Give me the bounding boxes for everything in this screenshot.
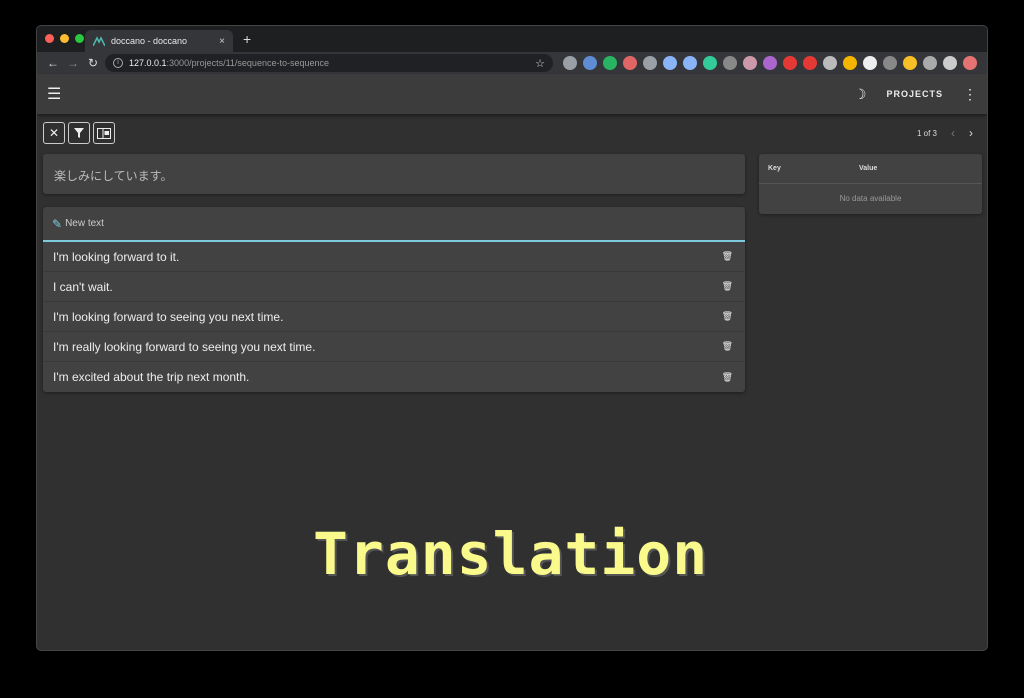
back-icon[interactable]: ← — [43, 56, 63, 70]
extension-icon[interactable] — [843, 56, 857, 70]
browser-window: doccano - doccano × + ← → ↻ i 127.0.0.1:… — [36, 25, 988, 651]
next-page-icon[interactable]: › — [969, 126, 973, 140]
url-input[interactable]: i 127.0.0.1:3000/projects/11/sequence-to… — [105, 54, 553, 72]
delete-trash-icon[interactable]: 🗑 — [722, 311, 733, 322]
bookmark-star-icon[interactable]: ☆ — [535, 57, 545, 70]
annotation-row[interactable]: I'm looking forward to it. 🗑 — [43, 242, 745, 272]
delete-trash-icon[interactable]: 🗑 — [722, 372, 733, 383]
prev-page-icon[interactable]: ‹ — [951, 126, 955, 140]
overlay-title: Translation — [313, 520, 709, 588]
annotation-row[interactable]: I'm looking forward to seeing you next t… — [43, 302, 745, 332]
metadata-table: Key Value No data available — [759, 154, 982, 214]
extension-icon[interactable] — [783, 56, 797, 70]
filter-button[interactable] — [68, 122, 90, 144]
extension-icon[interactable] — [583, 56, 597, 70]
extension-icon[interactable] — [803, 56, 817, 70]
extension-icon[interactable] — [963, 56, 977, 70]
extension-icon[interactable] — [743, 56, 757, 70]
filter-icon — [74, 128, 84, 138]
metadata-toggle-button[interactable] — [93, 122, 115, 144]
extension-icon[interactable] — [763, 56, 777, 70]
tab-bar: doccano - doccano × + — [37, 26, 987, 52]
clear-button[interactable]: ✕ — [43, 122, 65, 144]
projects-button[interactable]: PROJECTS — [886, 89, 943, 99]
extension-icon[interactable] — [623, 56, 637, 70]
app-bar: ☰ ☽ PROJECTS ⋮ — [37, 74, 987, 114]
annotation-row[interactable]: I'm excited about the trip next month. 🗑 — [43, 362, 745, 392]
extension-icon[interactable] — [823, 56, 837, 70]
key-column-header[interactable]: Key — [759, 165, 859, 172]
annotation-text: I'm looking forward to seeing you next t… — [53, 309, 284, 324]
new-text-placeholder: New text — [65, 218, 104, 229]
minimize-window-light[interactable] — [60, 34, 69, 43]
more-options-icon[interactable]: ⋮ — [963, 86, 977, 103]
tab-title: doccano - doccano — [111, 36, 188, 46]
extension-icon[interactable] — [863, 56, 877, 70]
pagination: 1 of 3 ‹ › — [917, 126, 973, 140]
source-text: 楽しみにしています。 — [54, 169, 173, 183]
annotation-list: I'm looking forward to it. 🗑 I can't wait.… — [43, 242, 745, 392]
metadata-header: Key Value — [759, 154, 982, 184]
annotation-card: ✎ New text I'm looking forward to it. 🗑 I … — [43, 207, 745, 392]
maximize-window-light[interactable] — [75, 34, 84, 43]
extension-icon[interactable] — [643, 56, 657, 70]
delete-trash-icon[interactable]: 🗑 — [722, 341, 733, 352]
address-bar-row: ← → ↻ i 127.0.0.1:3000/projects/11/seque… — [37, 52, 987, 74]
traffic-lights — [45, 34, 84, 43]
extension-icon[interactable] — [663, 56, 677, 70]
annotation-text: I'm looking forward to it. — [53, 249, 180, 264]
metadata-panel-icon — [97, 127, 111, 139]
annotation-text: I'm excited about the trip next month. — [53, 370, 250, 384]
new-tab-button[interactable]: + — [243, 31, 251, 47]
source-text-card: 楽しみにしています。 — [43, 154, 745, 194]
extension-icon[interactable] — [923, 56, 937, 70]
delete-trash-icon[interactable]: 🗑 — [722, 251, 733, 262]
tab-close-icon[interactable]: × — [219, 36, 225, 47]
metadata-empty-text: No data available — [839, 194, 902, 203]
url-path: :3000/projects/11/sequence-to-sequence — [166, 58, 329, 68]
extension-icon[interactable] — [883, 56, 897, 70]
pencil-icon: ✎ — [52, 216, 63, 231]
browser-tab[interactable]: doccano - doccano × — [85, 30, 233, 52]
pager-label: 1 of 3 — [916, 128, 937, 138]
annotation-row[interactable]: I'm really looking forward to seeing you… — [43, 332, 745, 362]
close-window-light[interactable] — [45, 34, 54, 43]
extension-icon[interactable] — [903, 56, 917, 70]
forward-icon[interactable]: → — [63, 56, 83, 70]
annotation-toolbar: ✕ — [43, 122, 115, 144]
extension-icon[interactable] — [683, 56, 697, 70]
new-text-input[interactable]: ✎ New text — [43, 207, 745, 242]
annotation-row[interactable]: I can't wait. 🗑 — [43, 272, 745, 302]
annotation-text: I can't wait. — [53, 279, 113, 294]
extension-icon[interactable] — [943, 56, 957, 70]
value-column-header[interactable]: Value — [859, 165, 877, 172]
extension-icon[interactable] — [563, 56, 577, 70]
reload-icon[interactable]: ↻ — [83, 56, 103, 70]
extension-icon[interactable] — [603, 56, 617, 70]
close-icon: ✕ — [48, 126, 60, 140]
site-info-icon[interactable]: i — [113, 58, 123, 68]
delete-trash-icon[interactable]: 🗑 — [722, 281, 733, 292]
url-host: 127.0.0.1 — [129, 58, 167, 68]
hamburger-menu-icon[interactable]: ☰ — [47, 84, 67, 104]
doccano-logo-icon — [93, 36, 105, 46]
extensions-area — [563, 56, 977, 70]
theme-toggle-moon-icon[interactable]: ☽ — [854, 86, 867, 103]
annotation-text: I'm really looking forward to seeing you… — [53, 339, 316, 354]
extension-icon[interactable] — [703, 56, 717, 70]
extension-icon[interactable] — [723, 56, 737, 70]
